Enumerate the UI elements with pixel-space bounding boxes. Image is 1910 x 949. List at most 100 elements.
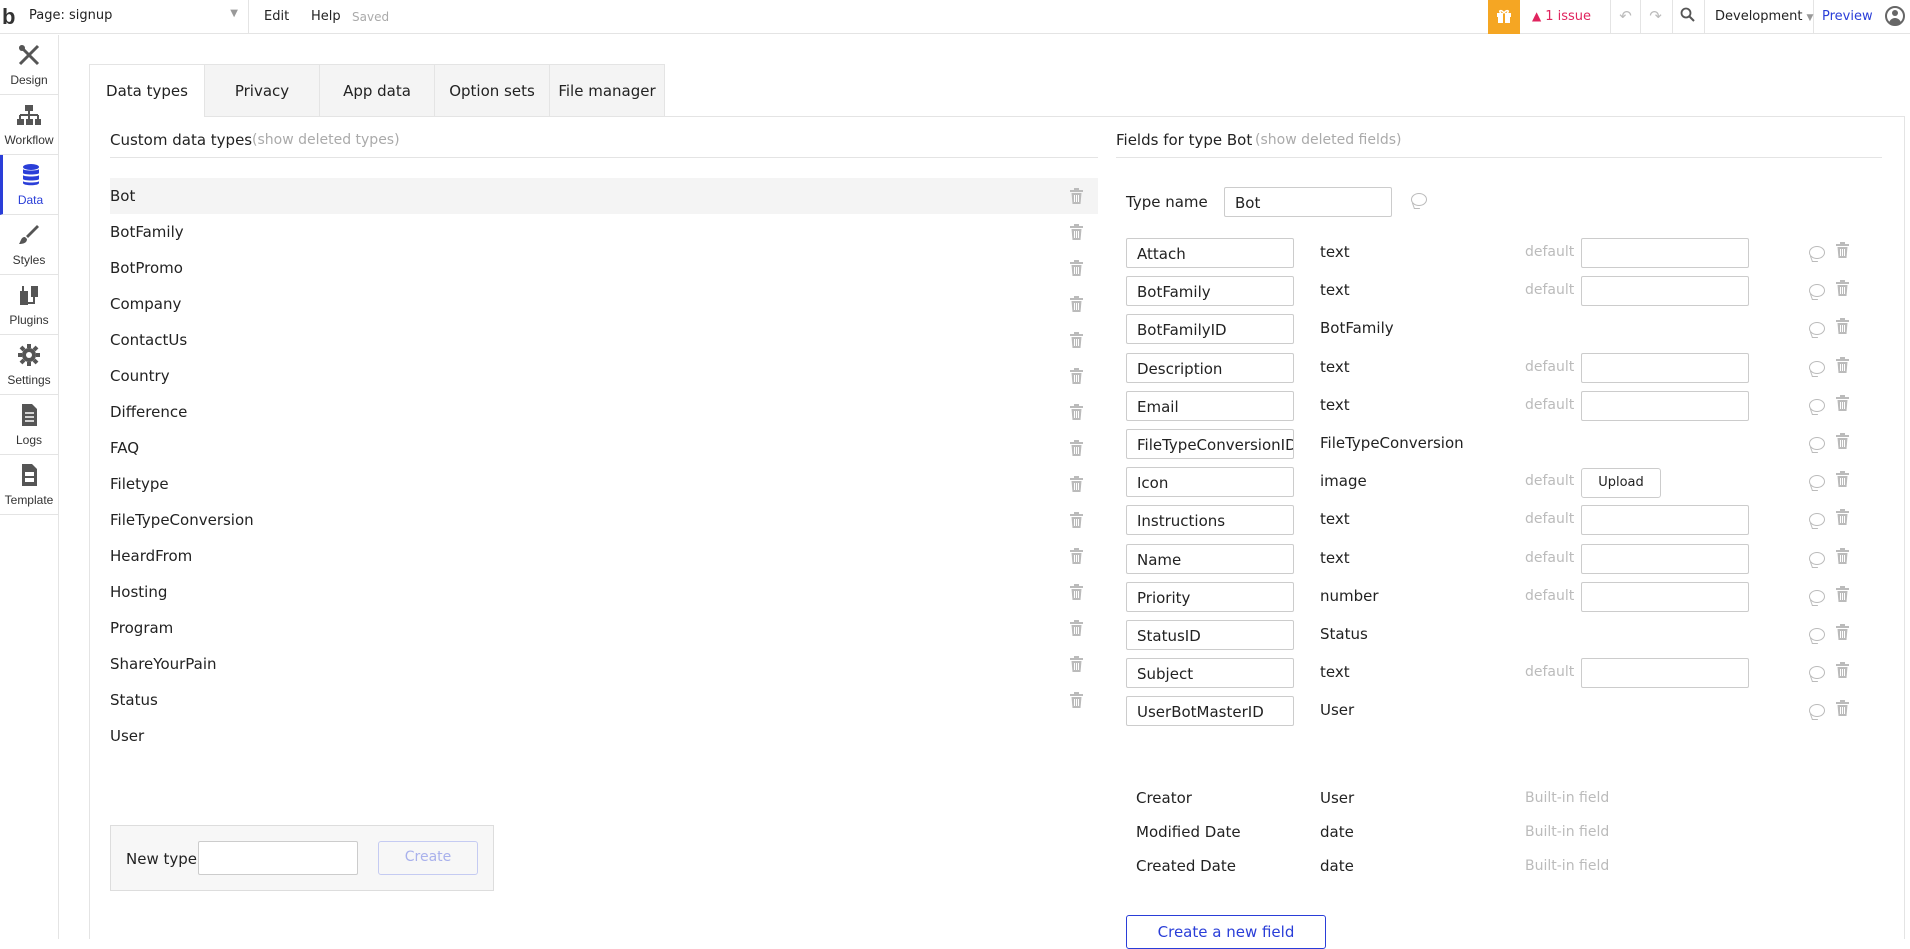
comment-icon[interactable] (1809, 704, 1825, 718)
trash-icon[interactable] (1070, 260, 1084, 276)
sidebar-item-template[interactable]: Template (0, 455, 58, 515)
list-item[interactable]: HeardFrom (110, 538, 1098, 574)
trash-icon[interactable] (1070, 548, 1084, 564)
trash-icon[interactable] (1836, 624, 1850, 640)
undo-icon[interactable]: ↶ (1610, 0, 1640, 34)
list-item[interactable]: Hosting (110, 574, 1098, 610)
list-item[interactable]: FAQ (110, 430, 1098, 466)
redo-icon[interactable]: ↷ (1640, 0, 1670, 34)
trash-icon[interactable] (1836, 662, 1850, 679)
trash-icon[interactable] (1070, 512, 1084, 528)
default-value-input[interactable] (1581, 276, 1749, 307)
field-name-input[interactable]: Priority (1126, 581, 1294, 612)
search-icon[interactable] (1672, 0, 1702, 34)
comment-icon[interactable] (1809, 322, 1825, 336)
list-item[interactable]: BotFamily (110, 214, 1098, 250)
default-value-input[interactable] (1581, 581, 1749, 612)
tab-option-sets[interactable]: Option sets (434, 64, 550, 116)
list-item[interactable]: Program (110, 610, 1098, 646)
trash-icon[interactable] (1070, 296, 1084, 312)
trash-icon[interactable] (1070, 224, 1084, 240)
trash-icon[interactable] (1836, 280, 1850, 297)
field-name-input[interactable]: Icon (1126, 467, 1294, 498)
trash-icon[interactable] (1070, 584, 1084, 600)
trash-icon[interactable] (1070, 656, 1084, 672)
default-value-input[interactable] (1581, 543, 1749, 574)
trash-icon[interactable] (1836, 394, 1850, 411)
default-value-input[interactable] (1581, 238, 1749, 268)
create-type-button[interactable]: Create (378, 841, 478, 875)
sidebar-item-settings[interactable]: Settings (0, 335, 58, 395)
sidebar-item-plugins[interactable]: Plugins (0, 275, 58, 335)
field-name-input[interactable]: StatusID (1126, 620, 1294, 650)
bubble-logo[interactable]: b (2, 4, 15, 30)
preview-button[interactable]: Preview (1822, 0, 1873, 34)
comment-icon[interactable] (1809, 246, 1825, 259)
comment-icon[interactable] (1809, 513, 1825, 527)
show-deleted-types-link[interactable]: (show deleted types) (252, 132, 400, 148)
page-selector[interactable]: Page: signup ▼ (27, 0, 249, 34)
trash-icon[interactable] (1836, 242, 1850, 258)
tab-data-types[interactable]: Data types (89, 64, 205, 117)
trash-icon[interactable] (1836, 547, 1850, 564)
field-name-input[interactable]: Instructions (1126, 505, 1294, 536)
field-name-input[interactable]: Subject (1126, 658, 1294, 689)
upload-button[interactable]: Upload (1581, 468, 1661, 499)
trash-icon[interactable] (1836, 356, 1850, 373)
sidebar-item-styles[interactable]: Styles (0, 215, 58, 275)
list-item[interactable]: Filetype (110, 466, 1098, 502)
field-name-input[interactable]: Name (1126, 543, 1294, 574)
tab-privacy[interactable]: Privacy (204, 64, 320, 116)
list-item[interactable]: Company (110, 286, 1098, 322)
trash-icon[interactable] (1836, 433, 1850, 449)
field-name-input[interactable]: BotFamily (1126, 276, 1294, 307)
default-value-input[interactable] (1581, 505, 1749, 536)
comment-icon[interactable] (1809, 437, 1825, 450)
trash-icon[interactable] (1070, 368, 1084, 384)
list-item[interactable]: Bot (110, 178, 1098, 214)
environment-selector[interactable]: Development ▼ (1704, 0, 1814, 34)
user-account-icon[interactable] (1885, 6, 1905, 26)
gift-icon[interactable] (1488, 0, 1520, 34)
trash-icon[interactable] (1070, 332, 1084, 348)
tab-app-data[interactable]: App data (319, 64, 435, 116)
sidebar-item-workflow[interactable]: Workflow (0, 95, 58, 155)
issues-indicator[interactable]: ▲ 1 issue (1532, 0, 1591, 34)
trash-icon[interactable] (1836, 700, 1850, 717)
list-item[interactable]: Difference (110, 394, 1098, 430)
field-name-input[interactable]: UserBotMasterID (1126, 696, 1294, 727)
trash-icon[interactable] (1070, 692, 1084, 708)
list-item[interactable]: BotPromo (110, 250, 1098, 286)
menu-edit[interactable]: Edit (264, 0, 289, 34)
type-name-input[interactable]: Bot (1224, 187, 1392, 217)
comment-icon[interactable] (1411, 193, 1427, 206)
list-item[interactable]: Country (110, 358, 1098, 394)
list-item[interactable]: ContactUs (110, 322, 1098, 358)
field-name-input[interactable]: Email (1126, 390, 1294, 421)
comment-icon[interactable] (1809, 551, 1825, 565)
trash-icon[interactable] (1836, 509, 1850, 526)
field-name-input[interactable]: Description (1126, 352, 1294, 383)
default-value-input[interactable] (1581, 390, 1749, 421)
comment-icon[interactable] (1809, 398, 1825, 412)
tab-file-manager[interactable]: File manager (549, 64, 665, 116)
field-name-input[interactable]: BotFamilyID (1126, 314, 1294, 345)
trash-icon[interactable] (1836, 318, 1850, 335)
list-item[interactable]: User (110, 718, 1098, 754)
trash-icon[interactable] (1070, 440, 1084, 456)
list-item[interactable]: ShareYourPain (110, 646, 1098, 682)
comment-icon[interactable] (1809, 666, 1825, 680)
sidebar-item-data[interactable]: Data (0, 155, 58, 215)
comment-icon[interactable] (1809, 628, 1825, 641)
trash-icon[interactable] (1836, 585, 1850, 602)
trash-icon[interactable] (1836, 471, 1850, 488)
field-name-input[interactable]: FileTypeConversionID (1126, 429, 1294, 459)
show-deleted-fields-link[interactable]: (show deleted fields) (1255, 132, 1402, 148)
sidebar-item-logs[interactable]: Logs (0, 395, 58, 455)
trash-icon[interactable] (1070, 404, 1084, 420)
comment-icon[interactable] (1809, 360, 1825, 374)
comment-icon[interactable] (1809, 589, 1825, 603)
field-name-input[interactable]: Attach (1126, 238, 1294, 268)
list-item[interactable]: Status (110, 682, 1098, 718)
new-type-input[interactable] (198, 841, 358, 875)
